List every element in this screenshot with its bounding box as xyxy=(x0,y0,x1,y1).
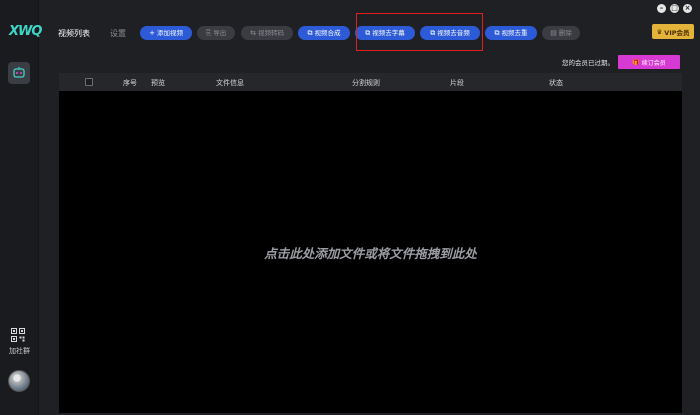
dedupe-button[interactable]: ⧉ 视频去重 xyxy=(485,26,537,40)
select-all-checkbox[interactable] xyxy=(85,78,93,86)
minimize-icon[interactable]: – xyxy=(657,4,666,13)
video-robot-icon xyxy=(13,67,25,78)
renew-membership-button[interactable]: 🎁 续订会员 xyxy=(618,55,680,69)
gift-icon: 🎁 xyxy=(632,58,640,66)
sidebar-item-video[interactable] xyxy=(8,62,30,84)
app-window: XWQ 加社群 – □ × 视频列表 设置 + 添加视频 ⎘ 导出 ⇆ 视频转码… xyxy=(0,0,700,415)
sidebar: XWQ 加社群 xyxy=(0,0,42,415)
dedupe-icon: ⧉ xyxy=(494,29,500,37)
empty-drop-message[interactable]: 点击此处添加文件或将文件拖拽到此处 xyxy=(59,243,682,262)
column-status: 状态 xyxy=(549,79,563,87)
vip-button[interactable]: ♛ VIP会员 xyxy=(652,24,694,39)
tab-video-list[interactable]: 视频列表 xyxy=(58,28,90,39)
video-table[interactable]: 序号 预览 文件信息 分割规则 片段 状态 点击此处添加文件或将文件拖拽到此处 xyxy=(59,73,682,413)
highlight-box xyxy=(356,13,483,51)
table-header: 序号 预览 文件信息 分割规则 片段 状态 xyxy=(59,73,682,91)
trash-icon: ▤ xyxy=(550,29,557,37)
join-group-label[interactable]: 加社群 xyxy=(0,346,39,356)
video-merge-button[interactable]: ⧉ 视频合成 xyxy=(298,26,350,40)
plus-icon: + xyxy=(149,29,155,37)
close-icon[interactable]: × xyxy=(683,4,692,13)
column-split-rule: 分割规则 xyxy=(352,79,380,87)
export-icon: ⎘ xyxy=(205,29,212,37)
column-index: 序号 xyxy=(123,79,137,87)
video-convert-button[interactable]: ⇆ 视频转码 xyxy=(241,26,293,40)
qr-code-icon[interactable] xyxy=(11,328,25,342)
membership-expired-text: 您的会员已过期。 xyxy=(562,59,614,67)
export-button[interactable]: ⎘ 导出 xyxy=(197,26,235,40)
merge-icon: ⧉ xyxy=(307,29,313,37)
avatar[interactable] xyxy=(8,370,30,392)
maximize-icon[interactable]: □ xyxy=(670,4,679,13)
delete-button[interactable]: ▤ 删除 xyxy=(542,26,580,40)
convert-icon: ⇆ xyxy=(250,29,256,37)
column-file-info: 文件信息 xyxy=(216,79,244,87)
add-video-button[interactable]: + 添加视频 xyxy=(140,26,192,40)
tab-settings[interactable]: 设置 xyxy=(110,28,126,39)
app-logo: XWQ xyxy=(9,24,42,39)
column-segments: 片段 xyxy=(450,79,464,87)
window-controls: – □ × xyxy=(657,4,692,13)
column-preview: 预览 xyxy=(151,79,165,87)
crown-icon: ♛ xyxy=(656,27,663,36)
